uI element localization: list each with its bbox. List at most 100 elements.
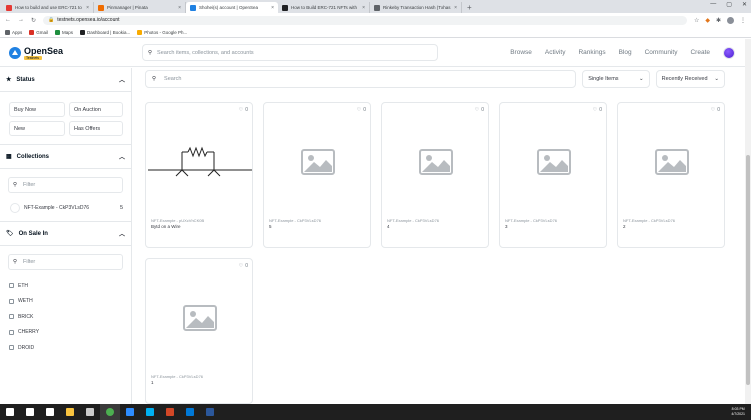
nav-rankings[interactable]: Rankings [578, 49, 605, 56]
nft-name: 2 [623, 224, 626, 229]
chevron-down-icon: ⌄ [639, 76, 644, 82]
on-sale-section-header[interactable]: 🏷 On Sale In ︿ [0, 222, 131, 246]
account-avatar[interactable] [723, 46, 735, 59]
tab-close-icon[interactable]: × [454, 5, 457, 11]
bookmark-item[interactable]: Dashboard | Bookia... [80, 29, 130, 35]
nav-community[interactable]: Community [645, 49, 678, 56]
reload-icon[interactable]: ↻ [31, 17, 36, 24]
maximize-icon[interactable]: ▢ [726, 1, 732, 8]
zoom-icon[interactable] [120, 404, 140, 420]
status-button-buy-now[interactable]: Buy Now [9, 102, 65, 117]
browser-tab[interactable]: How to build and use ERC-721 to × [2, 2, 94, 13]
opensea-logo[interactable]: OpenSea Testnets [9, 46, 129, 60]
metamask-extension-icon[interactable]: ◆ [705, 17, 710, 24]
chrome-icon[interactable] [100, 404, 120, 420]
currency-label: CHERRY [18, 329, 40, 336]
checkbox[interactable] [9, 329, 14, 335]
url-field[interactable]: 🔒 testnets.opensea.io/account [43, 15, 687, 25]
bookmark-item[interactable]: Photos - Google Ph... [137, 29, 187, 35]
file-explorer-glyph [66, 408, 74, 416]
favorite-button[interactable]: ♡ 0 [357, 107, 366, 113]
nav-blog[interactable]: Blog [619, 49, 632, 56]
favorite-button[interactable]: ♡ 0 [711, 107, 720, 113]
windows-start-icon[interactable] [0, 404, 20, 420]
collections-filter-input[interactable]: ⚲ Filter [8, 177, 123, 193]
status-button-has-offers[interactable]: Has Offers [69, 121, 123, 136]
chevron-up-icon[interactable]: ︿ [119, 75, 125, 84]
nft-card[interactable]: ♡ 0 NFT-Example - CkP3VLsD76 2 [617, 102, 725, 248]
currency-option[interactable]: BRICK [0, 309, 131, 325]
collection-item[interactable]: NFT-Example - CkP3VLsD76 5 [0, 199, 131, 222]
heart-icon: ♡ [474, 107, 480, 113]
nft-card[interactable]: ♡ 0 NFT-Example - pUXcVhCK0B Bytd on a Wire [145, 102, 253, 248]
store-icon[interactable] [80, 404, 100, 420]
nav-browse[interactable]: Browse [510, 49, 532, 56]
nft-card[interactable]: ♡ 0 NFT-Example - CkP3VLsD76 1 [145, 258, 253, 404]
currency-option[interactable]: DROID [0, 340, 131, 356]
browser-tab[interactable]: How to Build ERC-721 NFTs with × [278, 2, 370, 13]
vscode-icon[interactable] [180, 404, 200, 420]
status-button-new[interactable]: New [9, 121, 65, 136]
favorite-button[interactable]: ♡ 0 [593, 107, 602, 113]
global-search-input[interactable]: ⚲ Search items, collections, and account… [142, 44, 438, 61]
browser-tab[interactable]: Rinkeby Transaction Hash (Txhas × [370, 2, 462, 13]
tab-close-icon[interactable]: × [271, 5, 274, 11]
back-icon[interactable]: ← [5, 17, 11, 23]
extensions-icon[interactable]: ✱ [716, 17, 721, 24]
checkbox[interactable] [9, 345, 14, 351]
status-section-header[interactable]: ★ Status ︿ [0, 68, 131, 92]
browser-tab[interactable]: Shohei(s) account | OpenSea × [186, 2, 278, 13]
currency-filter-input[interactable]: ⚲ Filter [8, 254, 123, 270]
currency-option[interactable]: CHERRY [0, 325, 131, 341]
favorite-button[interactable]: ♡ 0 [239, 263, 248, 269]
currency-option[interactable]: ETH [0, 278, 131, 294]
items-search-input[interactable]: ⚲ Search [145, 70, 577, 88]
tab-close-icon[interactable]: × [86, 5, 89, 11]
task-view-icon[interactable] [40, 404, 60, 420]
chevron-up-icon[interactable]: ︿ [119, 229, 125, 238]
minimize-icon[interactable]: — [710, 1, 716, 8]
nav-activity[interactable]: Activity [545, 49, 566, 56]
bookmark-item[interactable]: Apps [5, 29, 22, 35]
forward-icon[interactable]: → [18, 17, 24, 23]
bookmark-star-icon[interactable]: ☆ [694, 17, 699, 24]
nft-card[interactable]: ♡ 0 NFT-Example - CkP3VLsD76 4 [381, 102, 489, 248]
sort-select[interactable]: Recently Received ⌄ [655, 70, 725, 88]
favorite-count: 0 [363, 107, 366, 113]
skype-icon[interactable] [140, 404, 160, 420]
scrollbar-thumb[interactable] [746, 155, 750, 385]
bookmark-item[interactable]: Gmail [29, 29, 48, 35]
new-tab-button[interactable]: + [462, 2, 477, 13]
favorite-button[interactable]: ♡ 0 [239, 107, 248, 113]
nft-card[interactable]: ♡ 0 NFT-Example - CkP3VLsD76 3 [499, 102, 607, 248]
word-icon[interactable] [200, 404, 220, 420]
powerpoint-glyph [166, 408, 174, 416]
system-clock[interactable]: 8:03 PM 4/7/2021 [731, 407, 745, 417]
checkbox[interactable] [9, 283, 14, 289]
collections-section-header[interactable]: ▦ Collections ︿ [0, 145, 131, 169]
collection-avatar [10, 203, 20, 213]
bookmark-item[interactable]: Maps [55, 29, 73, 35]
status-button-on-auction[interactable]: On Auction [69, 102, 123, 117]
favorite-button[interactable]: ♡ 0 [475, 107, 484, 113]
browser-profile-avatar[interactable] [727, 16, 734, 24]
file-explorer-icon[interactable] [60, 404, 80, 420]
nft-collection-name: NFT-Example - CkP3VLsD76 [623, 218, 676, 223]
tab-close-icon[interactable]: × [362, 5, 365, 11]
nav-create[interactable]: Create [690, 49, 710, 56]
checkbox[interactable] [9, 314, 14, 320]
browser-menu-icon[interactable]: ⋮ [740, 17, 746, 24]
page-scrollbar[interactable] [745, 39, 751, 404]
powerpoint-icon[interactable] [160, 404, 180, 420]
search-icon[interactable] [20, 404, 40, 420]
tab-close-icon[interactable]: × [178, 5, 181, 11]
currency-option[interactable]: WETH [0, 294, 131, 310]
chevron-up-icon[interactable]: ︿ [119, 152, 125, 161]
close-window-icon[interactable]: ✕ [742, 1, 747, 8]
nft-card[interactable]: ♡ 0 NFT-Example - CkP3VLsD76 5 [263, 102, 371, 248]
items-toolbar: ⚲ Search Single Items ⌄ Recently Receive… [145, 70, 725, 88]
checkbox[interactable] [9, 298, 14, 304]
browser-tab[interactable]: Pinmanager | Pinata × [94, 2, 186, 13]
window-controls: — ▢ ✕ [710, 1, 747, 8]
single-items-select[interactable]: Single Items ⌄ [582, 70, 650, 88]
